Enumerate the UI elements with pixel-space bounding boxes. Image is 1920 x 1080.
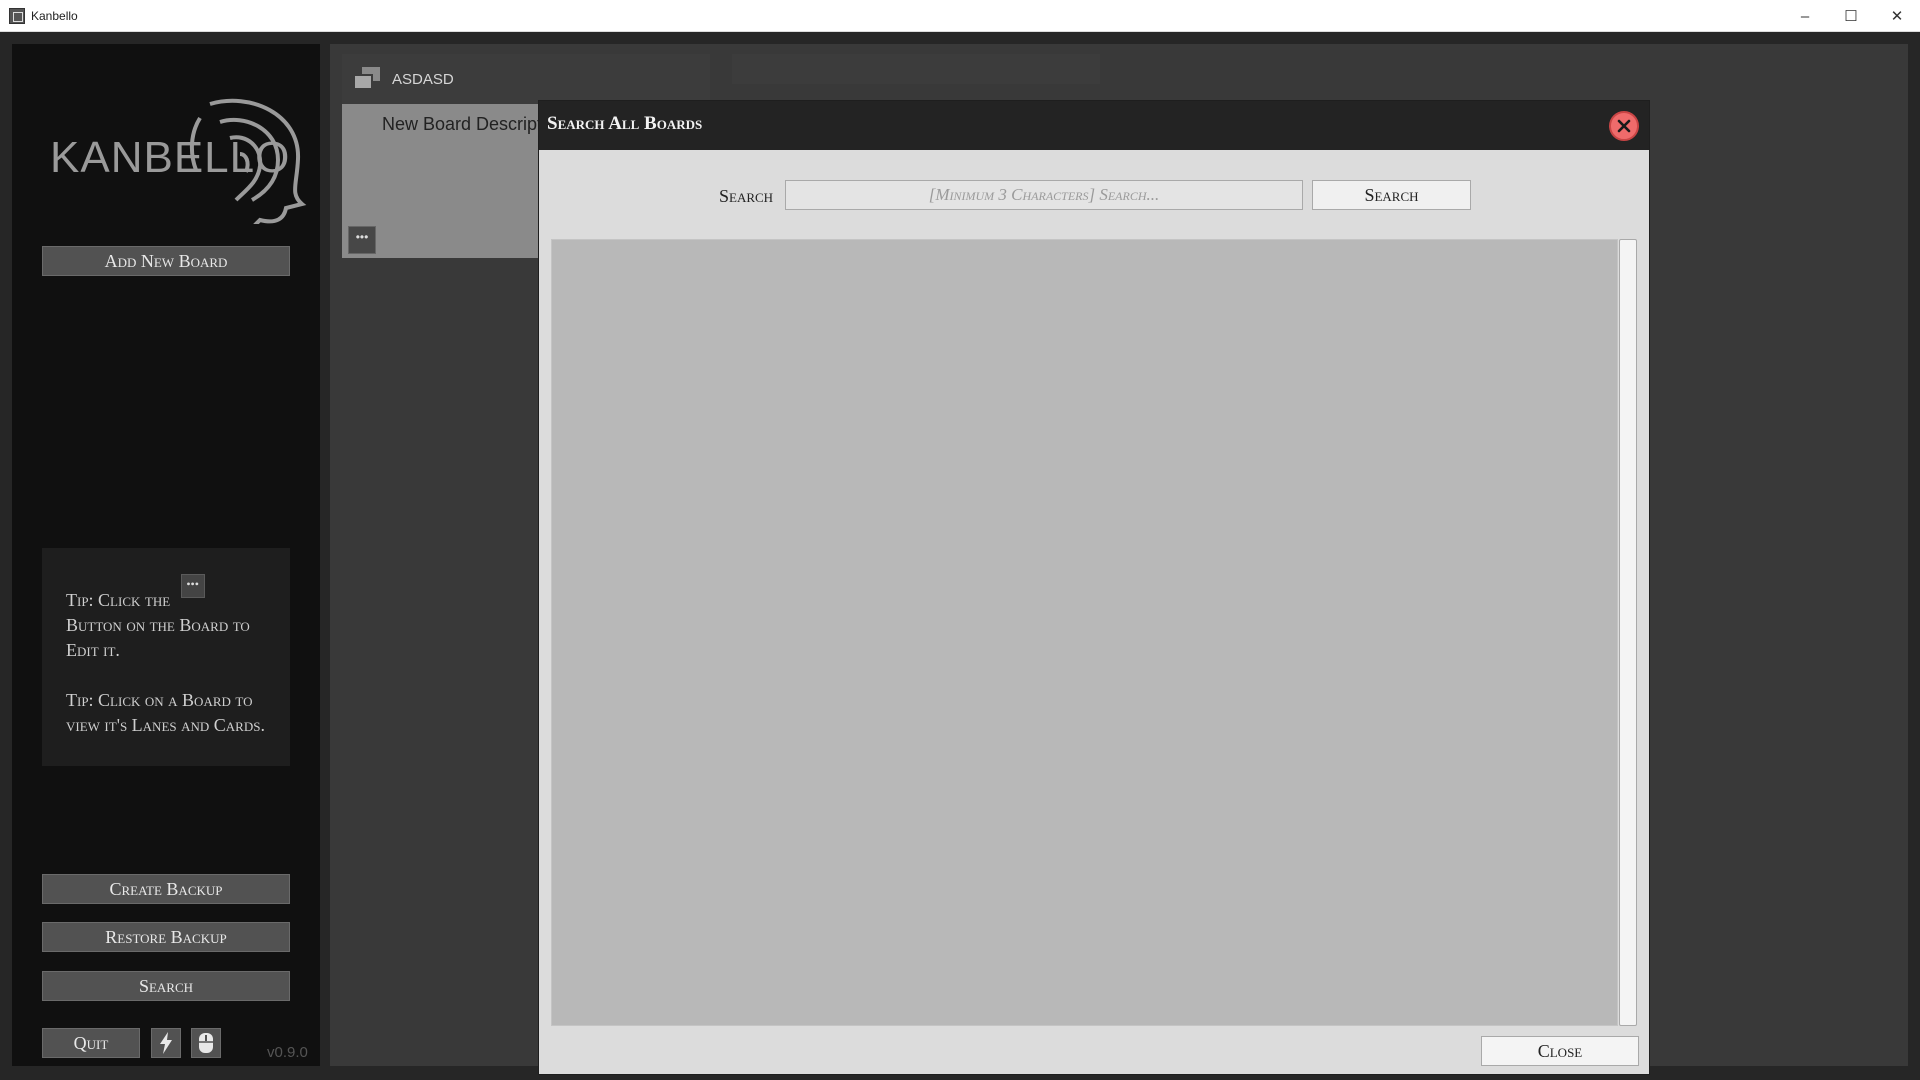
- board-card-2[interactable]: [732, 54, 1100, 84]
- app-area: KANBELLO Add New Board Tip: Click the ••…: [0, 32, 1920, 1080]
- dialog-close-x-button[interactable]: [1609, 111, 1639, 141]
- lightning-icon: [160, 1032, 172, 1054]
- tip-1: Tip: Click the ••• Button on the Board t…: [66, 574, 268, 663]
- version-label: v0.9.0: [267, 1044, 308, 1061]
- window-titlebar: Kanbello – ☐ ✕: [0, 0, 1920, 32]
- mouse-button[interactable]: [191, 1028, 221, 1058]
- search-label: Search: [719, 186, 774, 206]
- search-results-panel: [551, 239, 1618, 1026]
- window-close-button[interactable]: ✕: [1874, 0, 1920, 32]
- svg-text:KANBELLO: KANBELLO: [50, 133, 290, 182]
- board-icon: [354, 67, 380, 90]
- tip-1-line1: Tip: Click the: [66, 590, 171, 610]
- restore-backup-button[interactable]: Restore Backup: [42, 922, 290, 952]
- app-icon: [9, 7, 25, 24]
- create-backup-button[interactable]: Create Backup: [42, 874, 290, 904]
- search-dialog: Search All Boards Search Search Close: [538, 100, 1650, 1075]
- close-button[interactable]: Close: [1481, 1036, 1639, 1066]
- window-controls: – ☐ ✕: [1782, 0, 1920, 32]
- board-title: ASDASD: [392, 70, 454, 88]
- search-row: Search Search: [539, 180, 1649, 212]
- window-title: Kanbello: [31, 8, 78, 23]
- quit-button[interactable]: Quit: [42, 1028, 140, 1058]
- dialog-header: Search All Boards: [539, 101, 1649, 150]
- tip-2: Tip: Click on a Board to view it's Lanes…: [66, 690, 265, 735]
- mouse-icon: [199, 1033, 213, 1053]
- tips-panel: Tip: Click the ••• Button on the Board t…: [42, 548, 290, 766]
- sidebar: KANBELLO Add New Board Tip: Click the ••…: [12, 44, 320, 1066]
- tip-1-line2: Button on the Board to Edit it.: [66, 615, 250, 660]
- kanbello-logo: KANBELLO: [50, 98, 307, 224]
- lightning-button[interactable]: [151, 1028, 181, 1058]
- board-menu-button[interactable]: •••: [348, 226, 376, 254]
- board-header: ASDASD: [342, 54, 710, 104]
- results-scrollbar[interactable]: [1619, 239, 1637, 1026]
- add-new-board-button[interactable]: Add New Board: [42, 246, 290, 276]
- sidebar-search-button[interactable]: Search: [42, 971, 290, 1001]
- tip-dots-icon: •••: [180, 574, 205, 598]
- maximize-button[interactable]: ☐: [1828, 0, 1874, 32]
- close-icon: [1617, 119, 1631, 133]
- minimize-button[interactable]: –: [1782, 0, 1828, 32]
- search-button[interactable]: Search: [1312, 180, 1471, 210]
- search-input[interactable]: [785, 180, 1303, 210]
- dialog-title: Search All Boards: [547, 113, 703, 134]
